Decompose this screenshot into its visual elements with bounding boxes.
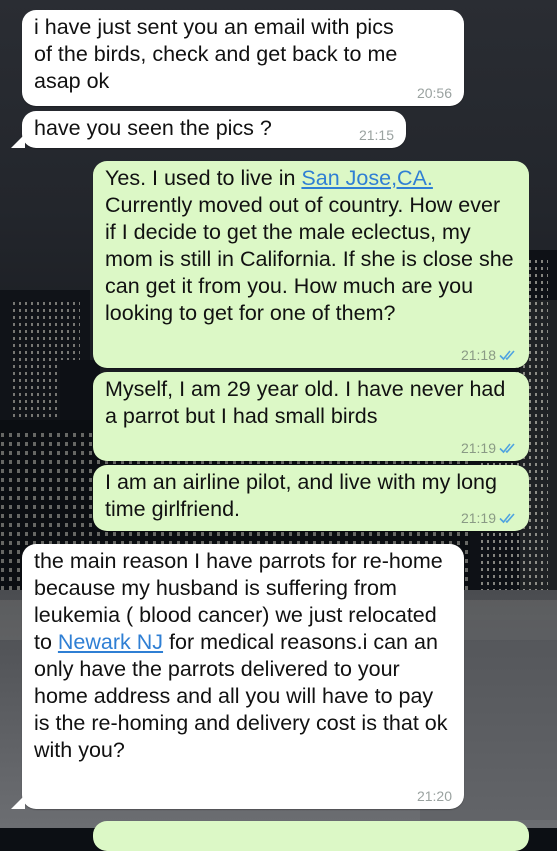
message-text: i have just sent you an email with pics … [34, 15, 398, 93]
double-check-icon [499, 513, 515, 524]
bubble-tail [11, 134, 25, 148]
message-time: 21:19 [461, 440, 519, 456]
message-text: I am an airline pilot, and live with my … [105, 470, 497, 521]
location-link[interactable]: Newark NJ [58, 630, 163, 654]
incoming-message[interactable]: the main reason I have parrots for re-ho… [22, 544, 464, 809]
message-text: Myself, I am 29 year old. I have never h… [105, 377, 506, 428]
double-check-icon [499, 350, 515, 361]
message-time: 21:18 [461, 347, 519, 363]
message-time: 20:56 [416, 85, 452, 101]
message-time: 21:19 [461, 510, 519, 526]
message-time: 21:20 [416, 788, 452, 804]
incoming-message[interactable]: i have just sent you an email with pics … [22, 10, 464, 106]
chat-thread: i have just sent you an email with pics … [0, 0, 557, 851]
message-text: the main reason I have parrots for re-ho… [34, 549, 448, 762]
outgoing-message[interactable]: I am an airline pilot, and live with my … [93, 465, 529, 531]
message-text: Yes. I used to live in San Jose,CA. Curr… [105, 166, 514, 325]
outgoing-message[interactable]: Myself, I am 29 year old. I have never h… [93, 372, 529, 461]
outgoing-message[interactable]: Yes. I used to live in San Jose,CA. Curr… [93, 161, 529, 368]
outgoing-message-partial[interactable] [93, 821, 529, 851]
double-check-icon [499, 443, 515, 454]
location-link[interactable]: San Jose,CA. [301, 166, 432, 190]
incoming-message[interactable]: have you seen the pics ? 21:15 [22, 111, 406, 148]
message-text: have you seen the pics ? [34, 116, 272, 140]
message-time: 21:15 [358, 127, 394, 143]
